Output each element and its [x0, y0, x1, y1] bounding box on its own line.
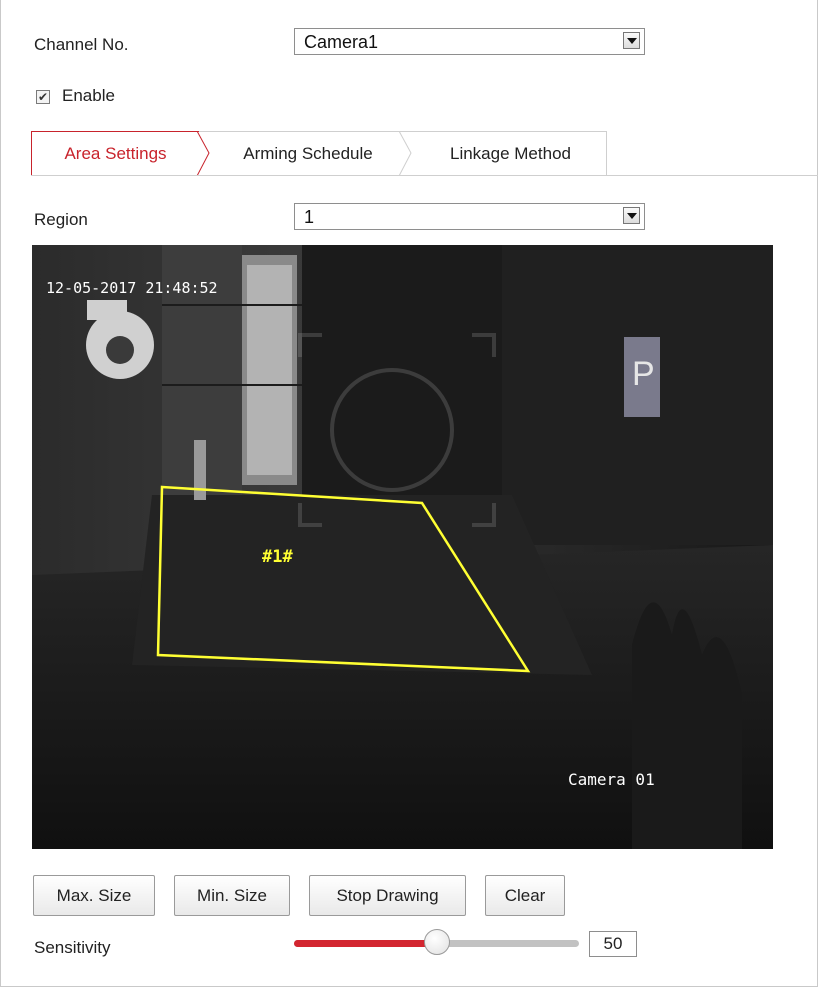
tab-underline	[31, 175, 818, 176]
sensitivity-label: Sensitivity	[34, 938, 111, 957]
video-timestamp: 12-05-2017 21:48:52	[46, 279, 218, 297]
channel-select[interactable]: Camera1	[294, 28, 645, 55]
zone-label: #1#	[262, 547, 293, 567]
chevron-down-icon[interactable]	[623, 32, 640, 49]
video-camera-name: Camera 01	[568, 770, 655, 789]
video-preview[interactable]: P 12-05-2017 21:48:52 #1# Camera 01	[32, 245, 773, 849]
channel-select-value: Camera1	[304, 32, 379, 52]
tab-arming-schedule[interactable]: Arming Schedule	[199, 131, 401, 176]
tab-area-settings-label: Area Settings	[64, 144, 167, 163]
svg-text:P: P	[632, 355, 655, 393]
tab-linkage-method-label: Linkage Method	[450, 144, 571, 163]
tab-linkage-method[interactable]: Linkage Method	[401, 131, 607, 176]
min-size-button[interactable]: Min. Size	[174, 875, 290, 916]
tab-separator-arrow	[398, 131, 412, 176]
tab-area-settings[interactable]: Area Settings	[31, 131, 199, 176]
tab-arming-schedule-label: Arming Schedule	[243, 144, 373, 163]
clear-button[interactable]: Clear	[485, 875, 565, 916]
chevron-down-icon[interactable]	[623, 207, 640, 224]
sensitivity-slider-handle[interactable]	[423, 929, 450, 955]
enable-checkbox[interactable]: ✔	[36, 90, 50, 104]
sensitivity-value-field[interactable]: 50	[589, 931, 637, 957]
camera-scene: P	[32, 245, 773, 849]
region-select[interactable]: 1	[294, 203, 645, 230]
enable-label: Enable	[62, 86, 115, 105]
tab-separator-arrow	[196, 131, 210, 176]
sensitivity-slider-fill	[294, 940, 437, 947]
region-label: Region	[34, 210, 88, 229]
max-size-button[interactable]: Max. Size	[33, 875, 155, 916]
region-select-value: 1	[304, 207, 315, 227]
channel-label: Channel No.	[34, 35, 129, 54]
stop-drawing-button[interactable]: Stop Drawing	[309, 875, 466, 916]
